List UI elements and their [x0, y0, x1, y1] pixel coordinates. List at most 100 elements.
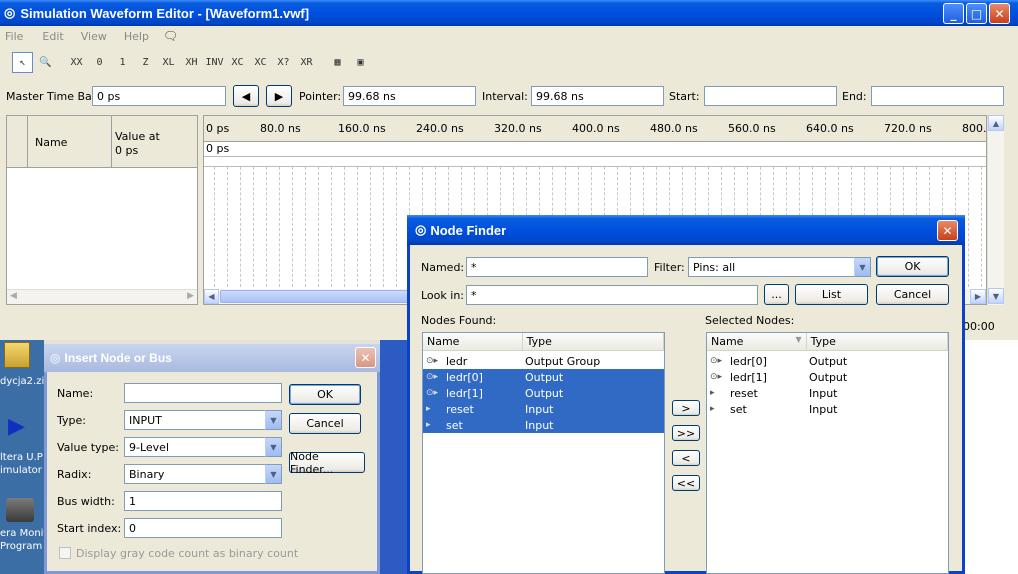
gray-code-checkbox[interactable] — [59, 547, 71, 559]
list-item[interactable]: ▸ reset Input — [423, 401, 664, 417]
insert-type-select[interactable]: INPUT ▼ — [124, 410, 282, 430]
end-field[interactable] — [871, 86, 1004, 106]
whats-this-icon[interactable]: 🗨 — [163, 29, 178, 43]
wave-scroll-down-button[interactable]: ▼ — [988, 288, 1004, 304]
list-item[interactable]: ⊙▸ ledr Output Group — [423, 353, 664, 369]
waveform-count-icon[interactable]: XC — [250, 52, 271, 73]
desktop-zip-icon[interactable] — [4, 342, 30, 368]
found-col-name[interactable]: Name — [423, 333, 523, 350]
menu-help[interactable]: Help — [124, 30, 149, 43]
prev-transition-button[interactable]: ◀ — [233, 85, 259, 107]
selected-col-type[interactable]: Type — [807, 333, 948, 350]
list-item[interactable]: ⊙▸ ledr[1] Output — [423, 385, 664, 401]
arrow-select-icon[interactable]: ↖ — [12, 51, 33, 73]
waveform-l-icon[interactable]: XL — [158, 52, 179, 73]
selected-col-name[interactable]: Name ▼ — [707, 333, 807, 350]
next-transition-button[interactable]: ▶ — [266, 85, 292, 107]
waveform-1-icon[interactable]: 1 — [112, 52, 133, 73]
list-item[interactable]: ▸ set Input — [423, 417, 664, 433]
node-type: Input — [525, 402, 554, 416]
background-document — [964, 340, 1018, 574]
waveform-z-icon[interactable]: Z — [135, 52, 156, 73]
insert-close-button[interactable]: ✕ — [355, 347, 376, 368]
insert-node-dialog: ◎ Insert Node or Bus ✕ Name: Type: INPUT… — [44, 344, 380, 574]
node-type: Output — [809, 354, 848, 368]
waveform-h-icon[interactable]: XH — [181, 52, 202, 73]
nodes-found-label: Nodes Found: — [421, 314, 497, 327]
signal-list-hscroll[interactable]: ◀ ▶ — [7, 289, 197, 304]
interval-field[interactable]: 99.68 ns — [531, 86, 664, 106]
minimize-button[interactable]: _ — [943, 3, 964, 24]
list-item[interactable]: ⊙▸ ledr[0] Output — [423, 369, 664, 385]
insert-value-type-select[interactable]: 9-Level ▼ — [124, 437, 282, 457]
list-item[interactable]: ⊙▸ ledr[1] Output — [707, 369, 948, 385]
ruler-tick-label: 160.0 ns — [338, 122, 386, 135]
waveform-0-icon[interactable]: 0 — [89, 52, 110, 73]
insert-name-field[interactable] — [124, 383, 282, 403]
selected-nodes-list[interactable]: Name ▼ Type ⊙▸ ledr[0] Output ⊙▸ ledr[1] Outpu… — [706, 332, 949, 574]
node-finder-button[interactable]: Node Finder... — [289, 450, 365, 476]
remove-all-button[interactable]: << — [672, 475, 700, 491]
grid-line — [396, 167, 397, 287]
insert-cancel-button[interactable]: Cancel — [289, 413, 361, 434]
scroll-right-icon[interactable]: ▶ — [187, 291, 194, 301]
chevron-down-icon[interactable]: ▼ — [854, 257, 871, 277]
wave-scroll-up-button[interactable]: ▲ — [988, 115, 1004, 131]
start-field[interactable] — [704, 86, 837, 106]
finder-cancel-button[interactable]: Cancel — [876, 284, 949, 305]
output-pin-icon: ⊙▸ — [426, 372, 439, 382]
finder-title-bar: ◎ Node Finder — [407, 215, 965, 245]
snap-grid-icon[interactable]: ▦ — [327, 52, 348, 73]
insert-radix-select[interactable]: Binary ▼ — [124, 464, 282, 484]
move-selected-button[interactable]: > — [672, 400, 700, 416]
node-name: ledr[1] — [446, 386, 483, 400]
desktop-monitor-icon[interactable] — [6, 498, 34, 522]
list-item[interactable]: ▸ set Input — [707, 401, 948, 417]
wave-scroll-right-button[interactable]: ▶ — [970, 289, 986, 304]
signal-list-header: Name Value at 0 ps — [7, 116, 197, 168]
finder-ok-button[interactable]: OK — [876, 256, 949, 277]
grid-line — [344, 167, 345, 287]
browse-button[interactable]: ... — [764, 284, 789, 305]
filter-select[interactable]: Pins: all ▼ — [688, 257, 871, 277]
waveform-r-icon[interactable]: XR — [296, 52, 317, 73]
look-in-field[interactable]: * — [466, 285, 758, 305]
end-label: End: — [842, 90, 867, 103]
pointer-field[interactable]: 99.68 ns — [343, 86, 476, 106]
menu-edit[interactable]: Edit — [42, 30, 63, 43]
insert-ok-button[interactable]: OK — [289, 384, 361, 405]
insert-bus-width-field[interactable]: 1 — [124, 491, 282, 511]
wave-scroll-left-button[interactable]: ◀ — [204, 289, 219, 304]
waveform-x-icon[interactable]: XX — [66, 52, 87, 73]
chevron-down-icon[interactable]: ▼ — [265, 410, 282, 430]
menu-view[interactable]: View — [81, 30, 107, 43]
list-item[interactable]: ▸ reset Input — [707, 385, 948, 401]
pointer-label: Pointer: — [299, 90, 342, 103]
node-type: Input — [809, 386, 838, 400]
finder-close-button[interactable]: ✕ — [937, 220, 958, 241]
insert-start-index-field[interactable]: 0 — [124, 518, 282, 538]
waveform-invert-icon[interactable]: INV — [204, 52, 225, 73]
main-window-title: Simulation Waveform Editor - [Waveform1.… — [20, 5, 310, 21]
main-title-bar: ◎ Simulation Waveform Editor - [Waveform… — [0, 0, 1018, 26]
grid-icon[interactable]: ▣ — [350, 52, 371, 73]
zoom-icon[interactable]: 🔍 — [35, 52, 56, 73]
waveform-c-icon[interactable]: XC — [227, 52, 248, 73]
named-field[interactable]: * — [466, 257, 648, 277]
list-button[interactable]: List — [795, 284, 868, 305]
close-button[interactable]: ✕ — [989, 3, 1010, 24]
nodes-found-list[interactable]: Name Type ⊙▸ ledr Output Group ⊙▸ ledr[0] Out… — [422, 332, 665, 574]
menu-file[interactable]: File — [5, 30, 23, 43]
scroll-left-icon[interactable]: ◀ — [10, 291, 17, 301]
chevron-down-icon[interactable]: ▼ — [265, 437, 282, 457]
maximize-button[interactable]: □ — [966, 3, 987, 24]
waveform-random-icon[interactable]: X? — [273, 52, 294, 73]
desktop-simulator-icon[interactable]: ▶ — [8, 414, 25, 439]
move-all-button[interactable]: >> — [672, 425, 700, 441]
master-time-bar-field[interactable]: 0 ps — [92, 86, 226, 106]
chevron-down-icon[interactable]: ▼ — [265, 464, 282, 484]
remove-selected-button[interactable]: < — [672, 450, 700, 466]
waveform-vscroll[interactable]: ▲ ▼ — [987, 115, 1004, 305]
list-item[interactable]: ⊙▸ ledr[0] Output — [707, 353, 948, 369]
found-col-type[interactable]: Type — [523, 333, 664, 350]
